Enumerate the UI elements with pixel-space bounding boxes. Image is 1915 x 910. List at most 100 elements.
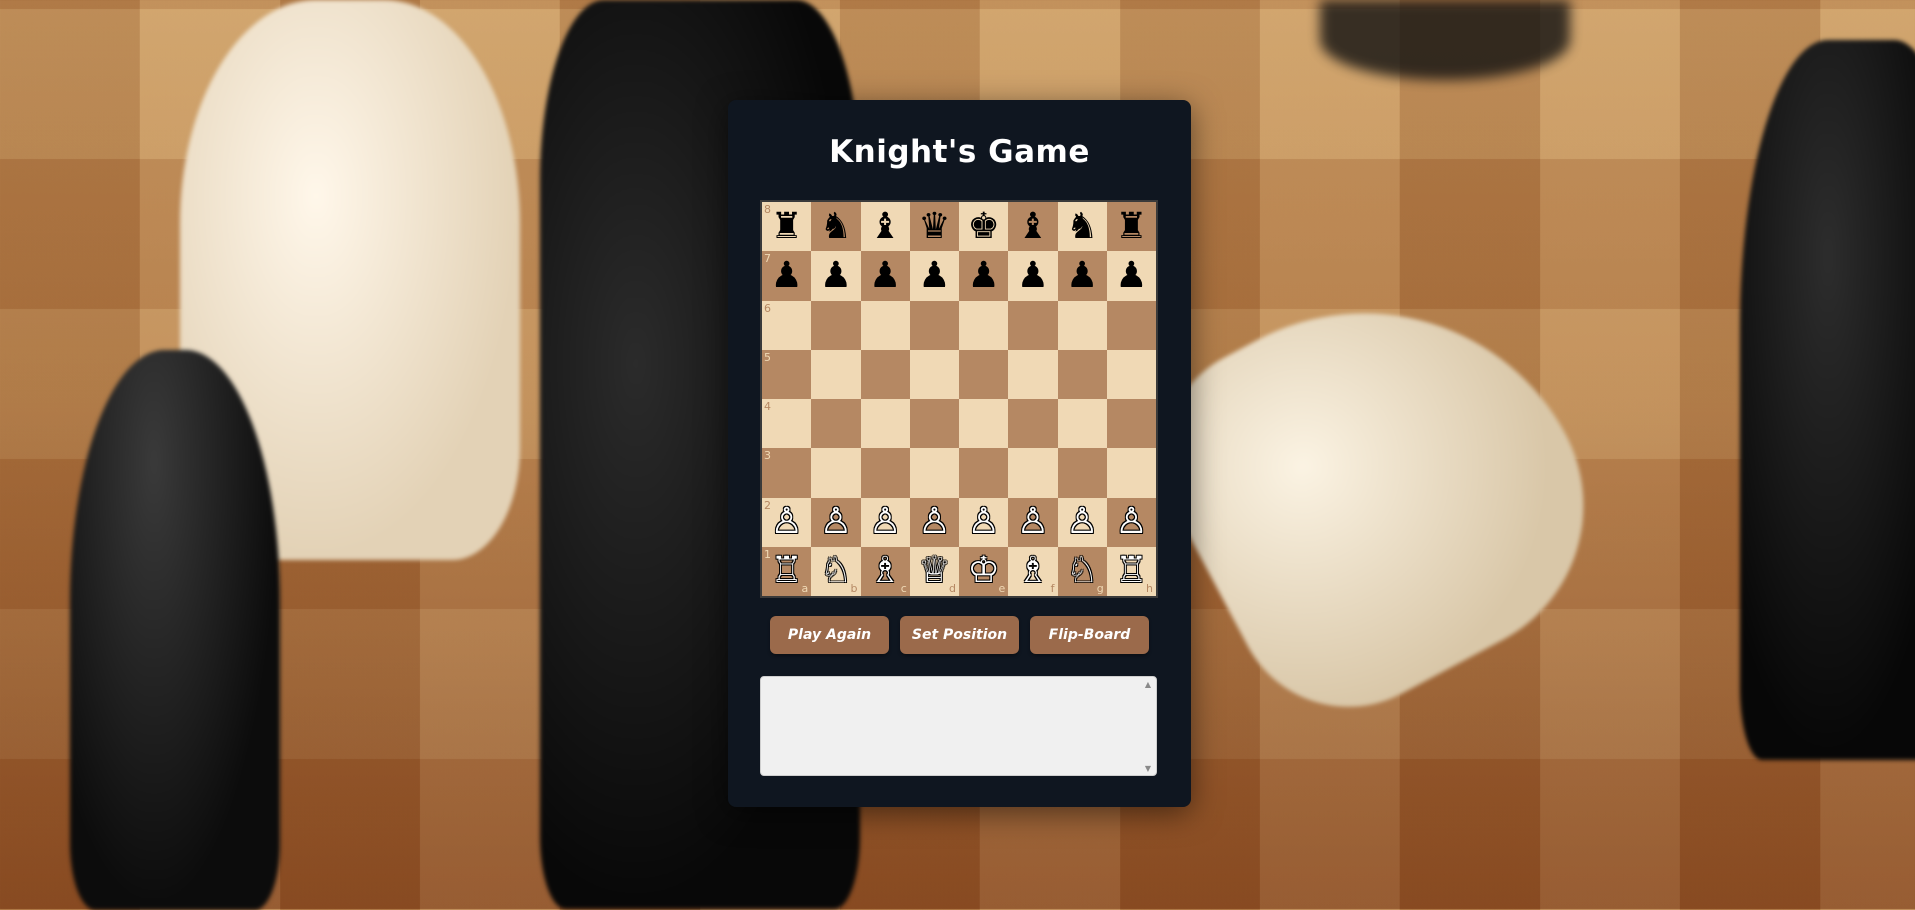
chess-piece-icon[interactable]: ♟	[820, 257, 852, 294]
square-g6[interactable]	[1057, 300, 1107, 350]
chess-piece-icon[interactable]: ♟	[869, 257, 901, 294]
square-a8[interactable]: 8 ♜	[762, 202, 812, 252]
square-f1[interactable]: f ♗	[1008, 546, 1058, 596]
square-g2[interactable]: ♙	[1057, 497, 1107, 547]
square-d6[interactable]	[909, 300, 959, 350]
square-h4[interactable]	[1106, 399, 1156, 449]
set-position-button[interactable]: Set Position	[900, 616, 1019, 654]
chess-piece-icon[interactable]: ♕	[918, 553, 950, 589]
chess-piece-icon[interactable]: ♙	[967, 504, 999, 540]
chess-piece-icon[interactable]: ♜	[1115, 208, 1147, 245]
square-g8[interactable]: ♞	[1057, 202, 1107, 252]
square-h3[interactable]	[1106, 448, 1156, 498]
chess-piece-icon[interactable]: ♔	[967, 553, 999, 589]
square-h6[interactable]	[1106, 300, 1156, 350]
chess-piece-icon[interactable]: ♙	[820, 504, 852, 540]
square-f4[interactable]	[1008, 399, 1058, 449]
chess-piece-icon[interactable]: ♟	[918, 257, 950, 294]
chess-board[interactable]: 8 ♜ ♞ ♝ ♛ ♚ ♝ ♞ ♜ 7 ♟ ♟ ♟ ♟ ♟ ♟ ♟ ♟ 6 5 4 3 2 ♙ ♙ ♙ ♙ ♙ ♙ ♙ ♙ 1 a ♖ b ♘ c ♗ d ♕…	[760, 200, 1158, 598]
square-d2[interactable]: ♙	[909, 497, 959, 547]
square-h7[interactable]: ♟	[1106, 251, 1156, 301]
square-d8[interactable]: ♛	[909, 202, 959, 252]
flip-board-button[interactable]: Flip-Board	[1030, 616, 1149, 654]
scroll-down-arrow-icon[interactable]: ▼	[1145, 764, 1151, 773]
square-g1[interactable]: g ♘	[1057, 546, 1107, 596]
square-d3[interactable]	[909, 448, 959, 498]
square-f3[interactable]	[1008, 448, 1058, 498]
square-b6[interactable]	[811, 300, 861, 350]
square-b5[interactable]	[811, 349, 861, 399]
square-b8[interactable]: ♞	[811, 202, 861, 252]
square-e5[interactable]	[959, 349, 1009, 399]
chess-piece-icon[interactable]: ♗	[869, 553, 901, 589]
square-c8[interactable]: ♝	[860, 202, 910, 252]
square-c5[interactable]	[860, 349, 910, 399]
square-h2[interactable]: ♙	[1106, 497, 1156, 547]
square-c1[interactable]: c ♗	[860, 546, 910, 596]
play-again-button[interactable]: Play Again	[770, 616, 889, 654]
square-f2[interactable]: ♙	[1008, 497, 1058, 547]
square-f8[interactable]: ♝	[1008, 202, 1058, 252]
square-e2[interactable]: ♙	[959, 497, 1009, 547]
square-e6[interactable]	[959, 300, 1009, 350]
square-d7[interactable]: ♟	[909, 251, 959, 301]
square-d1[interactable]: d ♕	[909, 546, 959, 596]
chess-piece-icon[interactable]: ♝	[1017, 208, 1049, 245]
chess-piece-icon[interactable]: ♞	[1066, 208, 1098, 245]
square-e4[interactable]	[959, 399, 1009, 449]
square-d5[interactable]	[909, 349, 959, 399]
chess-piece-icon[interactable]: ♙	[1115, 504, 1147, 540]
square-d4[interactable]	[909, 399, 959, 449]
square-e7[interactable]: ♟	[959, 251, 1009, 301]
square-c7[interactable]: ♟	[860, 251, 910, 301]
square-f6[interactable]	[1008, 300, 1058, 350]
square-a1[interactable]: 1 a ♖	[762, 546, 812, 596]
chess-piece-icon[interactable]: ♜	[770, 208, 802, 245]
chess-piece-icon[interactable]: ♟	[770, 257, 802, 294]
chess-piece-icon[interactable]: ♚	[967, 208, 999, 245]
square-a2[interactable]: 2 ♙	[762, 497, 812, 547]
chess-piece-icon[interactable]: ♟	[1066, 257, 1098, 294]
square-g3[interactable]	[1057, 448, 1107, 498]
square-b7[interactable]: ♟	[811, 251, 861, 301]
chess-piece-icon[interactable]: ♝	[869, 208, 901, 245]
square-h1[interactable]: h ♖	[1106, 546, 1156, 596]
square-f5[interactable]	[1008, 349, 1058, 399]
square-b3[interactable]	[811, 448, 861, 498]
chess-piece-icon[interactable]: ♙	[869, 504, 901, 540]
chess-piece-icon[interactable]: ♙	[770, 504, 802, 540]
chess-piece-icon[interactable]: ♖	[770, 553, 802, 589]
chess-piece-icon[interactable]: ♘	[820, 553, 852, 589]
chess-piece-icon[interactable]: ♛	[918, 208, 950, 245]
square-e3[interactable]	[959, 448, 1009, 498]
square-c6[interactable]	[860, 300, 910, 350]
scroll-up-arrow-icon[interactable]: ▲	[1145, 680, 1151, 689]
square-a7[interactable]: 7 ♟	[762, 251, 812, 301]
square-h5[interactable]	[1106, 349, 1156, 399]
square-h8[interactable]: ♜	[1106, 202, 1156, 252]
square-g4[interactable]	[1057, 399, 1107, 449]
chess-piece-icon[interactable]: ♙	[1066, 504, 1098, 540]
chess-piece-icon[interactable]: ♟	[1017, 257, 1049, 294]
square-b1[interactable]: b ♘	[811, 546, 861, 596]
square-g5[interactable]	[1057, 349, 1107, 399]
chess-piece-icon[interactable]: ♞	[820, 208, 852, 245]
square-e1[interactable]: e ♔	[959, 546, 1009, 596]
chess-piece-icon[interactable]: ♙	[918, 504, 950, 540]
chess-piece-icon[interactable]: ♖	[1115, 553, 1147, 589]
square-f7[interactable]: ♟	[1008, 251, 1058, 301]
chess-piece-icon[interactable]: ♙	[1017, 504, 1049, 540]
chess-piece-icon[interactable]: ♘	[1066, 553, 1098, 589]
square-b2[interactable]: ♙	[811, 497, 861, 547]
chess-piece-icon[interactable]: ♟	[967, 257, 999, 294]
square-a3[interactable]: 3	[762, 448, 812, 498]
square-g7[interactable]: ♟	[1057, 251, 1107, 301]
square-a5[interactable]: 5	[762, 349, 812, 399]
square-e8[interactable]: ♚	[959, 202, 1009, 252]
square-a6[interactable]: 6	[762, 300, 812, 350]
square-c3[interactable]	[860, 448, 910, 498]
chess-piece-icon[interactable]: ♗	[1017, 553, 1049, 589]
square-c2[interactable]: ♙	[860, 497, 910, 547]
move-log-textarea[interactable]	[760, 676, 1157, 776]
square-b4[interactable]	[811, 399, 861, 449]
